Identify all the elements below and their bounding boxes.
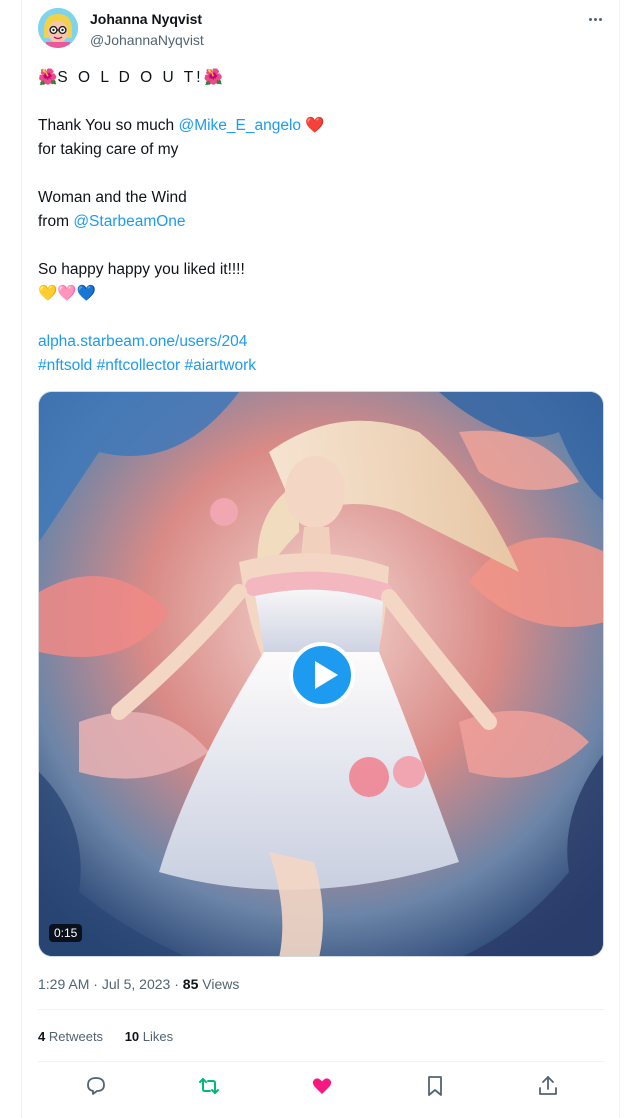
video-duration: 0:15	[49, 924, 83, 942]
share-button[interactable]	[536, 1074, 560, 1098]
retweets-count: 4	[38, 1029, 46, 1044]
url-link[interactable]: alpha.starbeam.one/users/204	[38, 333, 247, 350]
tweet-stats: 4 Retweets 10 Likes	[38, 1029, 191, 1044]
blue-heart-icon: 💙	[76, 285, 96, 302]
tweet-actions	[38, 1072, 605, 1102]
hibiscus-icon: 🌺	[38, 69, 58, 86]
hearts-line: 💛🩷💙	[38, 282, 598, 306]
video-media[interactable]: 0:15	[38, 391, 604, 957]
mention-link[interactable]: @StarbeamOne	[73, 213, 185, 230]
pink-heart-icon: 🩷	[57, 285, 77, 302]
thanks-line: Thank You so much @Mike_E_angelo ❤️	[38, 117, 325, 134]
text-line: So happy happy you liked it!!!!	[38, 261, 245, 278]
likes-stat[interactable]: 10 Likes	[125, 1029, 173, 1044]
more-dot-icon	[588, 17, 592, 21]
tweet-date[interactable]: Jul 5, 2023	[102, 976, 171, 992]
hashtag-link[interactable]: #aiartwork	[185, 357, 257, 374]
sold-out-text: S O L D O U T!	[57, 69, 204, 86]
retweets-label: Retweets	[48, 1029, 104, 1044]
tweet-text: 🌺S O L D O U T!🌺 Thank You so much @Mike…	[38, 66, 598, 378]
red-heart-icon: ❤️	[305, 117, 325, 134]
from-line: from @StarbeamOne	[38, 213, 186, 230]
share-icon	[539, 1076, 557, 1095]
divider	[38, 1061, 605, 1062]
views-label: Views	[202, 976, 240, 992]
heart-filled-icon	[312, 1078, 332, 1094]
retweets-stat[interactable]: 4 Retweets	[38, 1029, 107, 1044]
yellow-heart-icon: 💛	[38, 285, 58, 302]
bookmark-icon	[428, 1076, 442, 1096]
author-name[interactable]: Johanna Nyqvist	[90, 11, 202, 27]
hibiscus-icon: 🌺	[203, 69, 223, 86]
tweet-card: Johanna Nyqvist @JohannaNyqvist 🌺S O L D…	[21, 0, 620, 1118]
like-button[interactable]	[310, 1074, 334, 1098]
artwork-title-line: Woman and the Wind	[38, 189, 187, 206]
tweet-time[interactable]: 1:29 AM	[38, 976, 89, 992]
hashtag-link[interactable]: #nftsold	[38, 357, 92, 374]
more-options-button[interactable]	[584, 10, 606, 28]
mention-link[interactable]: @Mike_E_angelo	[178, 117, 301, 134]
more-dot-icon	[598, 17, 602, 21]
bookmark-button[interactable]	[423, 1074, 447, 1098]
retweet-icon	[199, 1078, 219, 1094]
reply-icon	[87, 1077, 105, 1095]
tweet-meta: 1:29 AM · Jul 5, 2023 · 85 Views	[38, 976, 240, 992]
likes-label: Likes	[142, 1029, 174, 1044]
more-dot-icon	[593, 17, 597, 21]
hashtag-link[interactable]: #nftcollector	[97, 357, 181, 374]
views-count: 85	[182, 976, 199, 992]
reply-button[interactable]	[84, 1074, 108, 1098]
divider	[38, 1009, 605, 1010]
retweet-button[interactable]	[197, 1074, 221, 1098]
author-avatar[interactable]	[38, 8, 78, 48]
text-line: for taking care of my	[38, 141, 179, 158]
author-handle[interactable]: @JohannaNyqvist	[90, 32, 204, 48]
play-icon	[289, 642, 355, 708]
likes-count: 10	[124, 1029, 140, 1044]
hashtags-line: #nftsold #nftcollector #aiartwork	[38, 354, 598, 378]
play-button[interactable]	[289, 642, 355, 708]
sold-out-line: 🌺S O L D O U T!🌺	[38, 66, 598, 90]
